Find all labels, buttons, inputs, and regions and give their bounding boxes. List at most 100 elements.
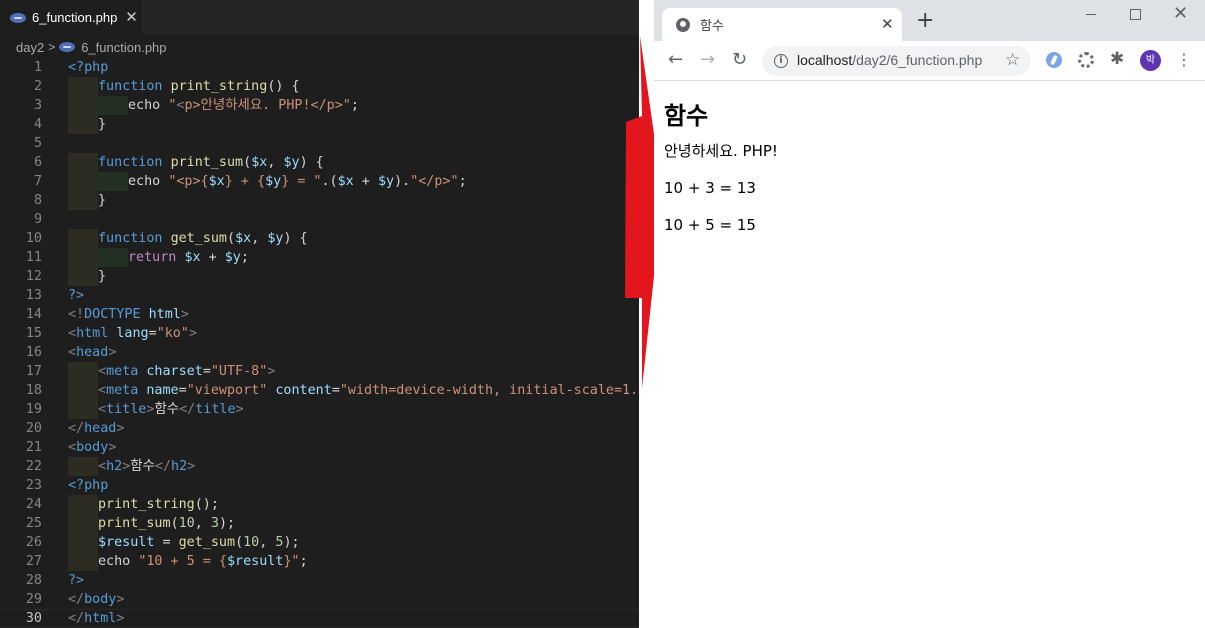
code-token: return <box>128 250 185 265</box>
code-token: html <box>84 611 117 626</box>
code-token: ). <box>394 174 411 189</box>
globe-icon <box>676 18 690 32</box>
menu-dots-icon[interactable]: ⋮ <box>1176 49 1192 71</box>
settings-extension-icon[interactable] <box>1078 52 1094 68</box>
browser-tab-title: 함수 <box>700 19 724 34</box>
code-token: 함수 <box>154 402 180 417</box>
code-token: </ <box>154 459 172 474</box>
forward-arrow-icon[interactable]: → <box>700 49 715 71</box>
code-token: function <box>98 231 171 246</box>
code-line[interactable]: 9 <box>0 210 639 229</box>
indent-guide <box>68 533 98 552</box>
star-icon[interactable]: ☆ <box>1005 50 1020 70</box>
code-line[interactable]: 30 </html> <box>0 609 639 628</box>
code-token: </ <box>179 402 196 417</box>
line-number: 5 <box>33 136 42 151</box>
code-line[interactable]: 25 print_sum(10, 3); <box>0 514 639 533</box>
code-line[interactable]: 27 echo "10 + 5 = {$result}"; <box>0 552 639 571</box>
code-token: < <box>98 383 107 398</box>
indent-guide <box>68 229 98 248</box>
code-line[interactable]: 4} <box>0 115 639 134</box>
code-token: ?> <box>68 288 85 303</box>
code-token: body <box>84 592 117 607</box>
code-line[interactable]: 26 $result = get_sum(10, 5); <box>0 533 639 552</box>
maximize-icon[interactable] <box>1130 9 1141 20</box>
code-line[interactable]: 18 <meta name="viewport" content="width=d… <box>0 381 639 400</box>
code-line[interactable]: 21 <body> <box>0 438 639 457</box>
code-line[interactable]: 2 function print_string() { <box>0 77 639 96</box>
editor-tab-6-function-php[interactable]: 6_function.php ✕ <box>0 0 142 35</box>
code-token: > <box>187 459 196 474</box>
puzzle-icon[interactable]: ✱ <box>1110 49 1124 69</box>
code-line[interactable]: 29 </body> <box>0 590 639 609</box>
minimize-icon[interactable] <box>1086 14 1096 15</box>
code-line[interactable]: 14 <!DOCTYPE html> <box>0 305 639 324</box>
line-number: 27 <box>25 554 42 569</box>
code-token: ; <box>350 98 359 113</box>
code-line[interactable]: 22 <h2>함수</h2> <box>0 457 639 476</box>
web-page-content: 함수 안녕하세요. PHP! 10 + 3 = 13 10 + 5 = 15 <box>664 81 1194 252</box>
code-line[interactable]: 28 ?> <box>0 571 639 590</box>
code-text: function get_sum($x, $y) { <box>98 229 308 248</box>
info-icon[interactable]: i <box>774 54 788 68</box>
code-line[interactable]: 24 print_string(); <box>0 495 639 514</box>
code-token: > <box>108 440 117 455</box>
code-token: echo <box>98 554 139 569</box>
code-token: <?php <box>68 478 109 493</box>
code-token: } + { <box>224 174 266 189</box>
code-token: </ <box>68 421 85 436</box>
chevron-right-icon: > <box>48 40 56 54</box>
breadcrumb-file[interactable]: 6_function.php <box>81 40 166 55</box>
code-text: <html lang="ko"> <box>68 324 197 343</box>
code-text: $result = get_sum(10, 5); <box>98 533 300 552</box>
reload-icon[interactable]: ↻ <box>732 49 747 71</box>
code-token: < <box>98 364 107 379</box>
code-token: , <box>259 535 276 550</box>
breadcrumb-folder[interactable]: day2 <box>16 40 44 55</box>
code-line[interactable]: 17 <meta charset="UTF-8"> <box>0 362 639 381</box>
url-text[interactable]: localhost/day2/6_function.php <box>797 52 982 68</box>
code-line[interactable]: 10 function get_sum($x, $y) { <box>0 229 639 248</box>
line-number: 4 <box>33 117 42 132</box>
indent-guide <box>98 96 128 115</box>
code-line[interactable]: 6 function print_sum($x, $y) { <box>0 153 639 172</box>
code-line[interactable]: 12} <box>0 267 639 286</box>
address-bar[interactable]: i localhost/day2/6_function.php ☆ <box>762 46 1031 76</box>
avatar[interactable]: 박 <box>1140 50 1161 71</box>
back-arrow-icon[interactable]: ← <box>668 49 683 71</box>
line-number: 29 <box>25 592 42 607</box>
code-line[interactable]: 19 <title>함수</title> <box>0 400 639 419</box>
code-line[interactable]: 15 <html lang="ko"> <box>0 324 639 343</box>
code-line[interactable]: 5 <box>0 134 639 153</box>
line-number: 26 <box>25 535 42 550</box>
browser-tab[interactable]: 함수 ✕ <box>662 8 902 41</box>
code-token: $x <box>208 174 225 189</box>
indent-guide <box>68 400 98 419</box>
code-token: print_sum <box>170 155 244 170</box>
code-line[interactable]: 7 echo "<p>{$x} + {$y} = ".($x + $y)."</p… <box>0 172 639 191</box>
code-area[interactable]: 1 <?php 2 function print_string() {3 echo "<… <box>0 58 639 628</box>
page-paragraph: 10 + 3 = 13 <box>664 179 756 197</box>
code-line[interactable]: 13 ?> <box>0 286 639 305</box>
code-line[interactable]: 1 <?php <box>0 58 639 77</box>
code-text: } <box>98 191 106 210</box>
code-line[interactable]: 11 return $x + $y; <box>0 248 639 267</box>
code-token: + <box>200 250 225 265</box>
code-line[interactable]: 8} <box>0 191 639 210</box>
close-icon[interactable]: ✕ <box>125 10 138 25</box>
code-text: echo "10 + 5 = {$result}"; <box>98 552 308 571</box>
line-number: 6 <box>33 155 42 170</box>
code-token: < <box>98 402 107 417</box>
close-icon[interactable]: ✕ <box>881 15 894 33</box>
window-close-icon[interactable]: ✕ <box>1173 3 1188 24</box>
code-line[interactable]: 20 </head> <box>0 419 639 438</box>
code-token: "UTF-8" <box>210 364 268 379</box>
indent-guide <box>68 267 98 286</box>
code-line[interactable]: 3 echo "<p>안녕하세요. PHP!</p>"; <box>0 96 639 115</box>
line-number: 23 <box>25 478 42 493</box>
new-tab-button[interactable]: + <box>916 10 934 32</box>
code-line[interactable]: 23 <?php <box>0 476 639 495</box>
extension-icon[interactable] <box>1046 52 1062 68</box>
code-line[interactable]: 16 <head> <box>0 343 639 362</box>
code-token: ); <box>283 535 300 550</box>
